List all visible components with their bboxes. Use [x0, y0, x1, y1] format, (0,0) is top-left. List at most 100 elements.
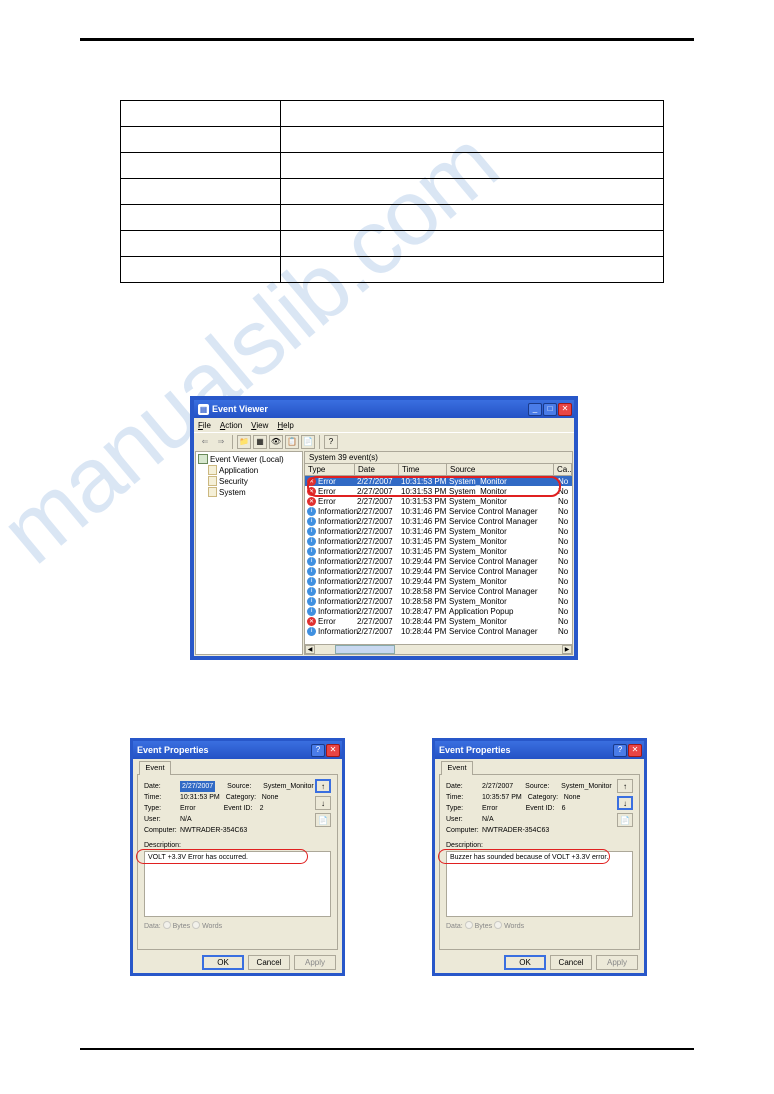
refresh-button[interactable]: 📋	[285, 435, 299, 449]
cell-time: 10:31:53 PM	[401, 497, 449, 506]
cell-time: 10:31:53 PM	[401, 487, 449, 496]
menu-action[interactable]: Action	[220, 421, 242, 430]
cell-source: System_Monitor	[449, 617, 558, 626]
back-button[interactable]: ⇐	[198, 435, 212, 449]
list-row[interactable]: iInformation2/27/200710:28:47 PMApplicat…	[305, 606, 572, 616]
close-button[interactable]: ✕	[558, 403, 572, 416]
scroll-left[interactable]: ◀	[305, 645, 315, 654]
close-button[interactable]: ✕	[326, 744, 340, 757]
list-row[interactable]: iInformation2/27/200710:29:44 PMService …	[305, 566, 572, 576]
label-date: Date:	[144, 781, 180, 792]
list-row[interactable]: iInformation2/27/200710:31:45 PMSystem_M…	[305, 536, 572, 546]
menu-view[interactable]: View	[251, 421, 268, 430]
label-type: Type:	[446, 803, 482, 814]
cancel-button[interactable]: Cancel	[550, 955, 592, 970]
info-icon: i	[307, 597, 316, 606]
cell-time: 10:29:44 PM	[401, 577, 449, 586]
prev-event-button[interactable]: ↑	[315, 779, 331, 793]
cell-source: Service Control Manager	[449, 557, 558, 566]
next-event-button[interactable]: ↓	[617, 796, 633, 810]
cell-date: 2/27/2007	[357, 567, 401, 576]
list-row[interactable]: ✕Error2/27/200710:28:44 PMSystem_Monitor…	[305, 616, 572, 626]
folder-icon	[198, 454, 208, 464]
help-button[interactable]: ?	[311, 744, 325, 757]
value-eventid: 6	[562, 803, 566, 814]
list-row[interactable]: iInformation2/27/200710:29:44 PMService …	[305, 556, 572, 566]
titlebar[interactable]: Event Properties ? ✕	[435, 741, 644, 759]
list-row[interactable]: ✕Error2/27/200710:31:53 PMSystem_Monitor…	[305, 486, 572, 496]
copy-button[interactable]: 📄	[315, 813, 331, 827]
list-row[interactable]: iInformation2/27/200710:31:46 PMService …	[305, 506, 572, 516]
event-tab[interactable]: Event	[139, 761, 171, 775]
list-header[interactable]: Type Date Time Source Ca...	[305, 464, 572, 476]
tree-system[interactable]: System	[208, 487, 300, 497]
cell-type: Information	[318, 527, 357, 536]
info-icon: i	[307, 537, 316, 546]
col-date[interactable]: Date	[355, 464, 399, 475]
cell-source: System_Monitor	[449, 537, 558, 546]
list-row[interactable]: iInformation2/27/200710:31:46 PMSystem_M…	[305, 526, 572, 536]
cancel-button[interactable]: Cancel	[248, 955, 290, 970]
list-row[interactable]: iInformation2/27/200710:28:44 PMService …	[305, 626, 572, 636]
cell-category: No	[558, 577, 572, 586]
maximize-button[interactable]: □	[543, 403, 557, 416]
tree-pane[interactable]: Event Viewer (Local) Application Securit…	[195, 451, 303, 655]
horizontal-scrollbar[interactable]: ◀ ▶	[305, 644, 572, 654]
next-event-button[interactable]: ↓	[315, 796, 331, 810]
menu-file[interactable]: File	[198, 421, 211, 430]
cell-source: Application Popup	[449, 607, 558, 616]
close-button[interactable]: ✕	[628, 744, 642, 757]
description-box[interactable]: VOLT +3.3V Error has occurred.	[144, 851, 331, 917]
list-row[interactable]: iInformation2/27/200710:28:58 PMService …	[305, 586, 572, 596]
tree-application[interactable]: Application	[208, 465, 300, 475]
cell-time: 10:28:58 PM	[401, 597, 449, 606]
cell-type: Information	[318, 587, 357, 596]
app-icon: ▦	[198, 404, 209, 415]
scroll-thumb[interactable]	[335, 645, 395, 654]
list-row[interactable]: iInformation2/27/200710:31:45 PMSystem_M…	[305, 546, 572, 556]
ok-button[interactable]: OK	[504, 955, 546, 970]
col-time[interactable]: Time	[399, 464, 447, 475]
view-button[interactable]: 👁	[269, 435, 283, 449]
menu-help[interactable]: Help	[277, 421, 293, 430]
value-computer: NWTRADER-354C63	[180, 825, 247, 836]
col-type[interactable]: Type	[305, 464, 355, 475]
forward-button[interactable]: ⇒	[214, 435, 228, 449]
titlebar[interactable]: Event Properties ? ✕	[133, 741, 342, 759]
log-icon	[208, 465, 217, 475]
value-type: Error	[482, 803, 498, 814]
label-source: Source:	[227, 781, 263, 792]
list-row[interactable]: ✕Error2/27/200710:31:53 PMSystem_Monitor…	[305, 476, 572, 486]
up-button[interactable]: 📁	[237, 435, 251, 449]
error-icon: ✕	[307, 487, 316, 496]
tree-security[interactable]: Security	[208, 476, 300, 486]
label-category: Category:	[528, 792, 564, 803]
ok-button[interactable]: OK	[202, 955, 244, 970]
apply-button[interactable]: Apply	[294, 955, 336, 970]
list-row[interactable]: ✕Error2/27/200710:31:53 PMSystem_Monitor…	[305, 496, 572, 506]
info-icon: i	[307, 547, 316, 556]
minimize-button[interactable]: _	[528, 403, 542, 416]
tree-root[interactable]: Event Viewer (Local)	[198, 454, 300, 464]
value-time: 10:35:57 PM	[482, 792, 522, 803]
help-button[interactable]: ?	[613, 744, 627, 757]
col-category[interactable]: Ca...	[554, 464, 572, 475]
list-row[interactable]: iInformation2/27/200710:29:44 PMSystem_M…	[305, 576, 572, 586]
help-button[interactable]: ?	[324, 435, 338, 449]
tree-root-label: Event Viewer (Local)	[210, 455, 284, 464]
titlebar[interactable]: ▦ Event Viewer _ □ ✕	[194, 400, 574, 418]
prop-button[interactable]: ▦	[253, 435, 267, 449]
prev-event-button[interactable]: ↑	[617, 779, 633, 793]
value-eventid: 2	[260, 803, 264, 814]
cell-source: System_Monitor	[449, 577, 558, 586]
export-button[interactable]: 📄	[301, 435, 315, 449]
list-row[interactable]: iInformation2/27/200710:31:46 PMService …	[305, 516, 572, 526]
scroll-right[interactable]: ▶	[562, 645, 572, 654]
copy-button[interactable]: 📄	[617, 813, 633, 827]
apply-button[interactable]: Apply	[596, 955, 638, 970]
cell-source: System_Monitor	[449, 497, 558, 506]
col-source[interactable]: Source	[447, 464, 554, 475]
list-row[interactable]: iInformation2/27/200710:28:58 PMSystem_M…	[305, 596, 572, 606]
event-tab[interactable]: Event	[441, 761, 473, 775]
description-box[interactable]: Buzzer has sounded because of VOLT +3.3V…	[446, 851, 633, 917]
